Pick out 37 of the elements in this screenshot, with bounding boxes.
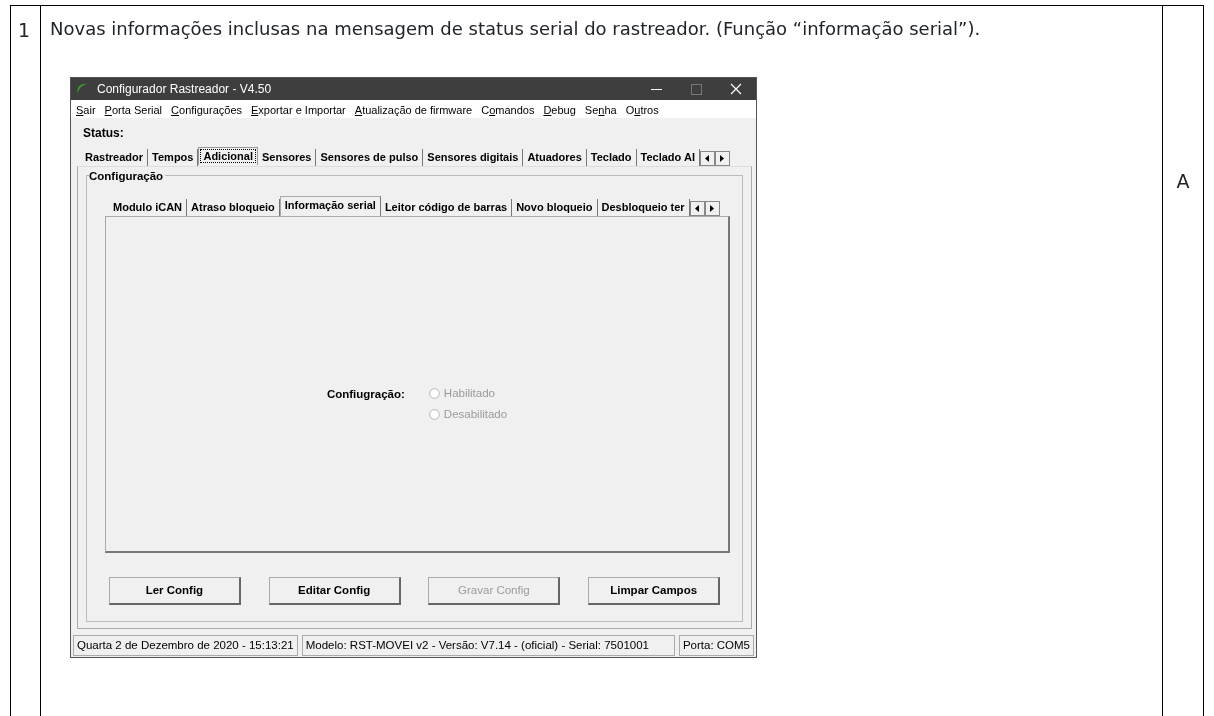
tab[interactable]: Modulo iCAN (109, 199, 188, 216)
tab[interactable]: Informação serial (279, 196, 381, 216)
description-text: Novas informações inclusas na mensagem de status serial do rastreador. (Função “informação serial”). (50, 17, 982, 41)
tab[interactable]: Rastreador (81, 149, 149, 166)
menu-item[interactable]: Atualização de firmware (354, 102, 473, 116)
tab[interactable]: Atuadores (523, 149, 587, 166)
menu-item[interactable]: Senha (584, 102, 617, 116)
menu-item[interactable]: Exportar e Importar (251, 102, 346, 116)
radio-label: Habilitado (443, 385, 495, 401)
tab[interactable]: Teclado AI (636, 149, 700, 166)
tab[interactable]: Teclado (586, 149, 637, 166)
status-bar-field: Modelo: RST-MOVEI v2 - Versão: V7.14 - (oficial) - Serial: 7501001 (301, 635, 675, 657)
menu-item[interactable]: Configurações (171, 102, 242, 116)
tab[interactable]: Desbloqueio ter (597, 199, 690, 216)
setting-label: Confiugração: (326, 387, 405, 402)
tab[interactable]: Adicional (198, 147, 258, 165)
tab[interactable]: Sensores de pulso (316, 149, 424, 166)
tab[interactable]: Sensores (257, 149, 317, 166)
row-number: 1 (11, 6, 41, 716)
menu-item[interactable]: Comandos (481, 102, 535, 116)
menu-item[interactable]: Outros (625, 102, 659, 116)
tab[interactable]: Sensores digitais (423, 149, 524, 166)
tab[interactable]: Novo bloqueio (512, 199, 598, 216)
window-title: Configurador Rastreador - V4.50 (97, 81, 273, 98)
side-label: A (1176, 168, 1190, 194)
action-button[interactable]: Limpar Campos (588, 577, 721, 605)
action-button[interactable]: Editar Config (268, 577, 401, 605)
action-button[interactable]: Ler Config (108, 577, 241, 605)
menu-item[interactable]: Porta Serial (104, 102, 163, 116)
status-label: Status: (83, 126, 124, 140)
menu-item[interactable]: Sair (76, 102, 96, 116)
status-bar-field: Porta: COM5 (678, 635, 754, 657)
tab[interactable]: Atraso bloqueio (187, 199, 280, 216)
radio-label: Desabilitado (443, 406, 508, 422)
menu-item[interactable]: Debug (543, 102, 576, 116)
tab[interactable]: Leitor código de barras (380, 199, 513, 216)
status-bar-field: Quarta 2 de Dezembro de 2020 - 15:13:21 (73, 635, 298, 657)
